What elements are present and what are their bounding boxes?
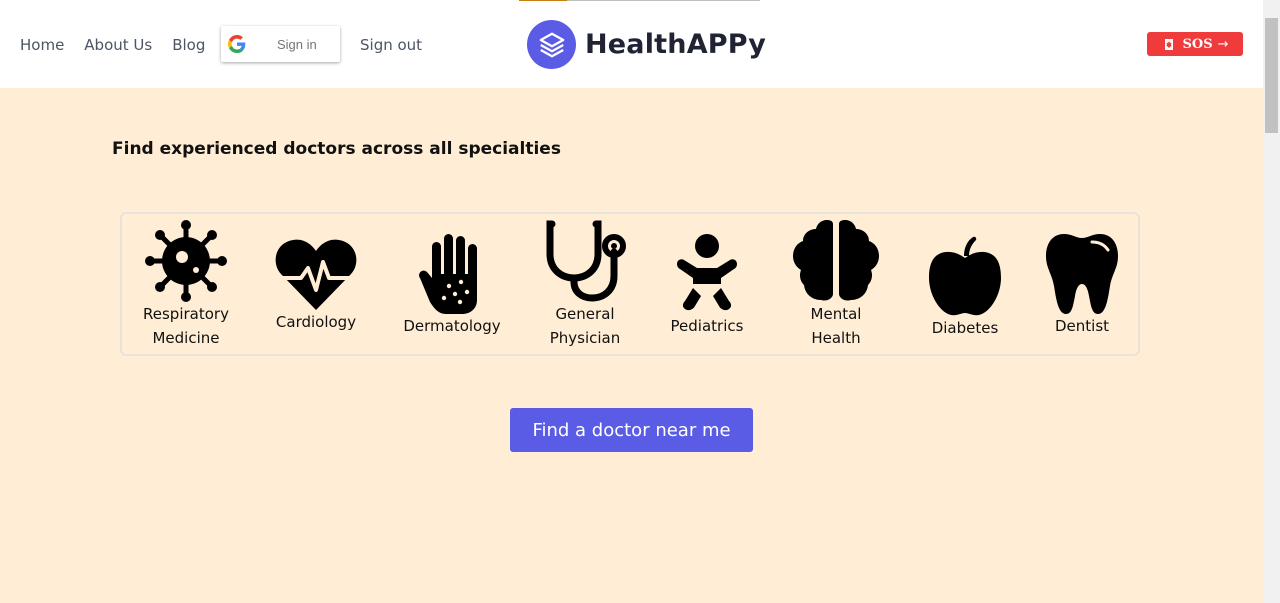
specialty-label: Dermatology bbox=[403, 317, 501, 335]
stethoscope-icon bbox=[546, 220, 626, 302]
specialty-mental-health[interactable]: Mental Health bbox=[786, 220, 886, 350]
main-nav: Home About Us Blog bbox=[20, 33, 225, 57]
specialty-dermatology[interactable]: Dermatology bbox=[402, 234, 502, 338]
apple-icon bbox=[929, 236, 1001, 316]
specialties-panel: Respiratory Medicine Cardiology Dermatol… bbox=[120, 212, 1140, 356]
header: Home About Us Blog Sign in Sign out Heal… bbox=[0, 0, 1263, 88]
google-signin-label: Sign in bbox=[277, 36, 317, 52]
specialty-cardiology[interactable]: Cardiology bbox=[266, 238, 366, 334]
heart-pulse-icon bbox=[275, 239, 357, 310]
sos-button[interactable]: SOS → bbox=[1147, 32, 1243, 56]
specialty-dentist[interactable]: Dentist bbox=[1032, 234, 1132, 338]
scrollbar-thumb[interactable] bbox=[1265, 18, 1278, 133]
google-signin-button[interactable]: Sign in bbox=[221, 26, 340, 62]
page-progress-bar bbox=[519, 0, 760, 1]
specialty-label: Mental Health bbox=[810, 305, 862, 347]
brand[interactable]: HealthAPPy bbox=[527, 20, 766, 69]
nav-about-link[interactable]: About Us bbox=[84, 33, 152, 57]
layers-icon bbox=[527, 20, 576, 69]
baby-icon bbox=[677, 234, 737, 311]
signout-link[interactable]: Sign out bbox=[360, 33, 422, 57]
hand-dots-icon bbox=[419, 234, 477, 314]
google-icon bbox=[228, 35, 246, 53]
find-doctor-button[interactable]: Find a doctor near me bbox=[510, 408, 753, 452]
flag-icon bbox=[1161, 38, 1178, 50]
tooth-icon bbox=[1046, 234, 1118, 314]
specialty-label: Pediatrics bbox=[670, 317, 744, 335]
sos-label: SOS bbox=[1182, 36, 1213, 52]
nav-home-link[interactable]: Home bbox=[20, 33, 64, 57]
nav-blog-link[interactable]: Blog bbox=[172, 33, 205, 57]
specialty-label: Dentist bbox=[1054, 317, 1110, 335]
specialty-label: Diabetes bbox=[931, 319, 999, 337]
brand-name: HealthAPPy bbox=[585, 29, 767, 60]
specialty-respiratory[interactable]: Respiratory Medicine bbox=[136, 220, 236, 350]
virus-icon bbox=[145, 220, 227, 302]
page-headline: Find experienced doctors across all spec… bbox=[112, 139, 561, 159]
page-progress-fill bbox=[519, 0, 568, 1]
specialty-general-physician[interactable]: General Physician bbox=[535, 220, 635, 350]
specialty-label: Cardiology bbox=[275, 313, 357, 331]
page-scrollbar[interactable] bbox=[1263, 0, 1280, 603]
arrow-right-icon: → bbox=[1217, 36, 1229, 52]
specialty-diabetes[interactable]: Diabetes bbox=[915, 236, 1015, 340]
specialty-pediatrics[interactable]: Pediatrics bbox=[657, 234, 757, 338]
specialty-label: Respiratory Medicine bbox=[143, 305, 229, 347]
specialty-label: General Physician bbox=[549, 305, 621, 347]
brain-icon bbox=[793, 220, 879, 301]
